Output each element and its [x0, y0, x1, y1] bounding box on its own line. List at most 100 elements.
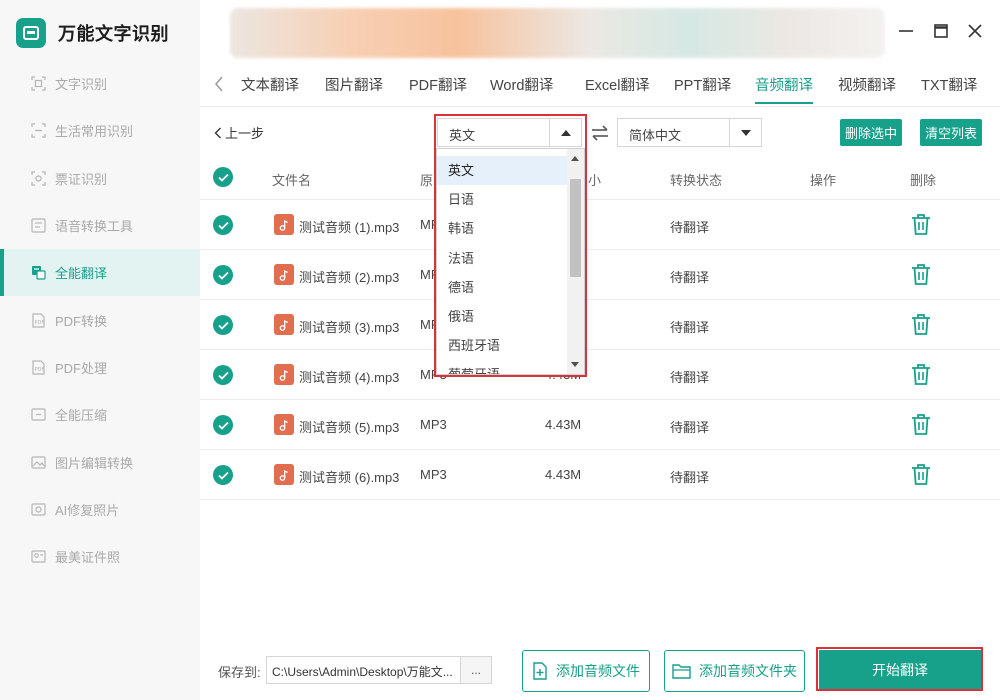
chevron-left-icon — [214, 127, 221, 138]
tab-2[interactable]: PDF翻译 — [409, 74, 467, 104]
tab-6[interactable]: 音频翻译 — [755, 74, 813, 104]
language-option[interactable]: 法语 — [437, 244, 568, 273]
tab-0[interactable]: 文本翻译 — [241, 74, 299, 104]
file-name: 测试音频 (6).mp3 — [299, 470, 400, 485]
trash-icon[interactable] — [910, 413, 932, 437]
source-language-dropdown: 英文 日语 韩语 法语 德语 俄语 西班牙语 葡萄牙语 — [436, 148, 585, 375]
row-checkbox[interactable] — [213, 265, 233, 285]
header — [200, 0, 1000, 62]
target-language-select[interactable]: 简体中文 — [617, 118, 762, 147]
swap-languages-icon[interactable] — [590, 124, 610, 142]
audio-file-icon — [274, 464, 294, 485]
delete-selected-button[interactable]: 删除选中 — [840, 119, 902, 146]
pdf-process-icon: PDF — [30, 359, 46, 375]
row-checkbox[interactable] — [213, 415, 233, 435]
sidebar-item-label: 最美证件照 — [55, 550, 121, 566]
translation-tabs: 文本翻译 图片翻译 PDF翻译 Word翻译 Excel翻译 PPT翻译 音频翻译 视频翻译 T… — [200, 62, 1000, 107]
table-row[interactable]: 测试音频 (5).mp3 MP3 4.43M 待翻译 — [200, 400, 1000, 450]
sidebar-item-9[interactable]: AI修复照片 — [0, 486, 200, 533]
folder-icon — [672, 663, 691, 679]
source-language-select[interactable]: 英文 — [437, 118, 582, 147]
sidebar-nav: 文字识别 生活常用识别 票证识别 语音转换工具 全能翻译 PDF PDF转换 PDF PDF处理… — [0, 60, 200, 580]
header-status: 转换状态 — [670, 173, 723, 188]
file-name: 测试音频 (3).mp3 — [299, 320, 400, 335]
tab-1[interactable]: 图片翻译 — [325, 74, 383, 104]
add-audio-file-button[interactable]: 添加音频文件 — [522, 650, 650, 692]
trash-icon[interactable] — [910, 263, 932, 287]
save-to-label: 保存到: — [218, 665, 261, 680]
language-option[interactable]: 日语 — [437, 185, 568, 214]
app-title: 万能文字识别 — [58, 24, 169, 44]
add-audio-folder-button[interactable]: 添加音频文件夹 — [664, 650, 805, 692]
promo-banner[interactable] — [230, 8, 885, 58]
trash-icon[interactable] — [910, 313, 932, 337]
header-filename: 文件名 — [272, 173, 312, 188]
tabs-scroll-left-icon[interactable] — [210, 74, 228, 94]
table-row[interactable]: 测试音频 (2).mp3MP34.43M待翻译 — [200, 250, 1000, 300]
status-text: 待翻译 — [670, 220, 710, 235]
language-option[interactable]: 葡萄牙语 — [437, 360, 568, 374]
table-row[interactable]: 测试音频 (3).mp3MP34.43M待翻译 — [200, 300, 1000, 350]
target-language-value: 简体中文 — [629, 128, 682, 143]
sidebar-item-7[interactable]: 全能压缩 — [0, 391, 200, 438]
trash-icon[interactable] — [910, 213, 932, 237]
status-text: 待翻译 — [670, 320, 710, 335]
header-format: 原 — [420, 173, 434, 188]
sidebar-item-label: AI修复照片 — [55, 502, 120, 518]
chevron-down-icon — [729, 119, 761, 146]
maximize-icon[interactable] — [930, 20, 952, 42]
sidebar-item-5[interactable]: PDF PDF转换 — [0, 296, 200, 343]
minimize-icon[interactable] — [895, 20, 917, 42]
chevron-up-icon — [549, 119, 581, 146]
tab-5[interactable]: PPT翻译 — [674, 74, 731, 104]
close-icon[interactable] — [964, 20, 986, 42]
row-checkbox[interactable] — [213, 315, 233, 335]
pdf-convert-icon: PDF — [30, 312, 46, 328]
select-all-checkbox[interactable] — [213, 167, 233, 187]
table-row[interactable]: 测试音频 (1).mp3MP34.43M待翻译 — [200, 200, 1000, 250]
clear-list-button[interactable]: 清空列表 — [920, 119, 982, 146]
language-option[interactable]: 西班牙语 — [437, 331, 568, 360]
sidebar-item-3[interactable]: 语音转换工具 — [0, 202, 200, 249]
sidebar-item-6[interactable]: PDF PDF处理 — [0, 344, 200, 391]
audio-file-icon — [274, 364, 294, 385]
scroll-down-icon[interactable] — [571, 362, 579, 367]
save-path-field[interactable]: C:\Users\Admin\Desktop\万能文... — [266, 656, 461, 684]
row-checkbox[interactable] — [213, 365, 233, 385]
tab-4[interactable]: Excel翻译 — [585, 74, 649, 104]
start-translation-button[interactable]: 开始翻译 — [819, 650, 981, 689]
file-name: 测试音频 (1).mp3 — [299, 220, 400, 235]
row-checkbox[interactable] — [213, 215, 233, 235]
file-name: 测试音频 (2).mp3 — [299, 270, 400, 285]
language-option[interactable]: 俄语 — [437, 302, 568, 331]
language-option[interactable]: 英文 — [437, 156, 568, 186]
svg-text:PDF: PDF — [34, 320, 44, 326]
back-step-button[interactable]: 上一步 — [214, 123, 264, 142]
status-text: 待翻译 — [670, 420, 710, 435]
language-option[interactable]: 德语 — [437, 273, 568, 302]
sidebar-item-label: PDF转换 — [55, 313, 108, 329]
trash-icon[interactable] — [910, 363, 932, 387]
tab-3[interactable]: Word翻译 — [490, 74, 553, 104]
dropdown-scrollbar[interactable] — [567, 149, 584, 374]
sidebar-item-label: 图片编辑转换 — [55, 455, 134, 471]
sidebar-item-1[interactable]: 生活常用识别 — [0, 107, 200, 154]
language-option[interactable]: 韩语 — [437, 214, 568, 243]
trash-icon[interactable] — [910, 463, 932, 487]
scroll-up-icon[interactable] — [571, 156, 579, 161]
header-delete: 删除 — [910, 173, 937, 188]
tab-7[interactable]: 视频翻译 — [838, 74, 896, 104]
sidebar-item-0[interactable]: 文字识别 — [0, 60, 200, 107]
table-row[interactable]: 测试音频 (6).mp3 MP3 4.43M 待翻译 — [200, 450, 1000, 500]
sidebar-item-4[interactable]: 全能翻译 — [0, 249, 200, 297]
audio-file-icon — [274, 214, 294, 235]
row-checkbox[interactable] — [213, 465, 233, 485]
scrollbar-thumb[interactable] — [570, 179, 581, 277]
table-row[interactable]: 测试音频 (4).mp3MP34.43M待翻译 — [200, 350, 1000, 400]
browse-path-button[interactable]: ... — [460, 656, 492, 684]
tab-8[interactable]: TXT翻译 — [921, 74, 977, 104]
sidebar-item-10[interactable]: 最美证件照 — [0, 533, 200, 580]
sidebar-item-8[interactable]: 图片编辑转换 — [0, 438, 200, 485]
sidebar-item-2[interactable]: 票证识别 — [0, 155, 200, 202]
file-name: 测试音频 (5).mp3 — [299, 420, 400, 435]
